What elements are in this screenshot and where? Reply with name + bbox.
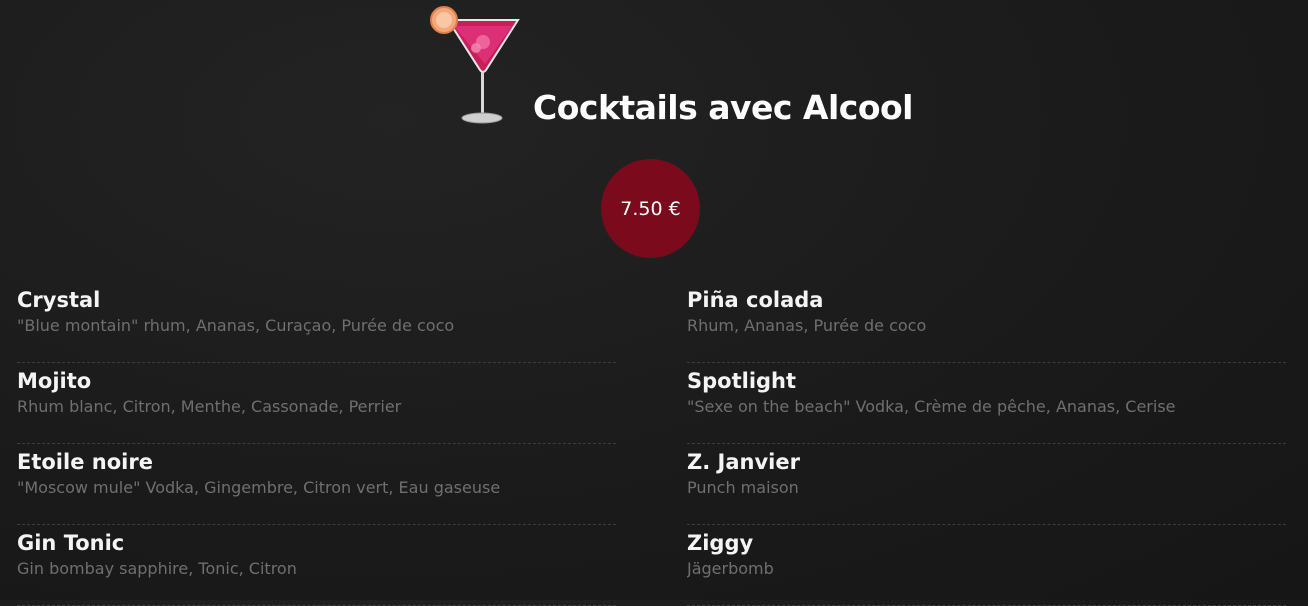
- item-description: "Blue montain" rhum, Ananas, Curaçao, Pu…: [17, 316, 455, 335]
- item-name: Z. Janvier: [687, 450, 800, 474]
- price-badge: 7.50 €: [601, 159, 700, 258]
- menu-column-left: Crystal "Blue montain" rhum, Ananas, Cur…: [17, 282, 616, 606]
- item-description: "Sexe on the beach" Vodka, Crème de pêch…: [687, 397, 1176, 416]
- menu-item: Mojito Rhum blanc, Citron, Menthe, Casso…: [17, 363, 616, 444]
- menu-item: Piña colada Rhum, Ananas, Purée de coco: [687, 282, 1286, 363]
- item-description: "Moscow mule" Vodka, Gingembre, Citron v…: [17, 478, 501, 497]
- menu-item: Spotlight "Sexe on the beach" Vodka, Crè…: [687, 363, 1286, 444]
- menu-item: Etoile noire "Moscow mule" Vodka, Gingem…: [17, 444, 616, 525]
- item-description: Rhum blanc, Citron, Menthe, Cassonade, P…: [17, 397, 402, 416]
- menu-item: Ziggy Jägerbomb: [687, 525, 1286, 606]
- menu-column-right: Piña colada Rhum, Ananas, Purée de coco …: [687, 282, 1286, 606]
- menu-item: Crystal "Blue montain" rhum, Ananas, Cur…: [17, 282, 616, 363]
- item-name: Crystal: [17, 288, 101, 312]
- page-title: Cocktails avec Alcool: [533, 88, 913, 127]
- menu-item: Gin Tonic Gin bombay sapphire, Tonic, Ci…: [17, 525, 616, 606]
- item-description: Jägerbomb: [687, 559, 774, 578]
- item-name: Ziggy: [687, 531, 754, 555]
- cocktail-glass-icon: [430, 6, 520, 124]
- item-description: Punch maison: [687, 478, 799, 497]
- section-header: Cocktails avec Alcool: [0, 0, 1308, 140]
- item-name: Spotlight: [687, 369, 797, 393]
- item-description: Gin bombay sapphire, Tonic, Citron: [17, 559, 297, 578]
- item-description: Rhum, Ananas, Purée de coco: [687, 316, 927, 335]
- item-name: Piña colada: [687, 288, 824, 312]
- item-name: Etoile noire: [17, 450, 153, 474]
- item-name: Gin Tonic: [17, 531, 125, 555]
- menu-item: Z. Janvier Punch maison: [687, 444, 1286, 525]
- menu-columns: Crystal "Blue montain" rhum, Ananas, Cur…: [17, 282, 1286, 606]
- item-name: Mojito: [17, 369, 92, 393]
